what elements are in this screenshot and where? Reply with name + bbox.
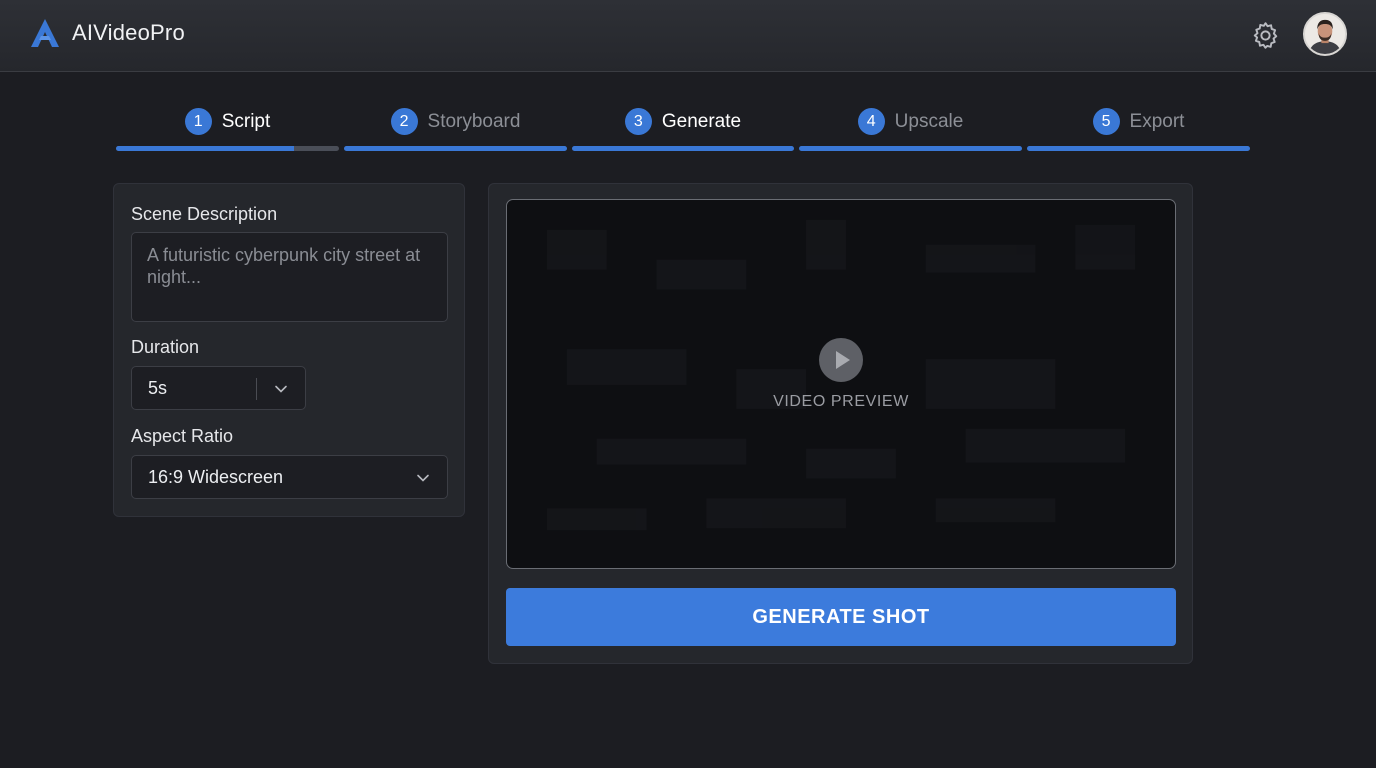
settings-panel: Scene Description A futuristic cyberpunk… bbox=[113, 183, 465, 517]
step-progress-bar bbox=[344, 146, 567, 151]
aspect-ratio-label: Aspect Ratio bbox=[131, 426, 234, 446]
preview-background bbox=[546, 219, 1136, 531]
play-button[interactable] bbox=[819, 338, 863, 382]
step-label: Script bbox=[221, 110, 271, 132]
step-label: Upscale bbox=[894, 110, 964, 132]
top-bar: AIVideoPro bbox=[0, 0, 1376, 72]
select-divider bbox=[256, 378, 257, 400]
step-storyboard[interactable]: 2 Storyboard bbox=[344, 100, 567, 156]
gear-icon[interactable] bbox=[1250, 20, 1281, 51]
step-number: 3 bbox=[624, 108, 652, 135]
step-upscale[interactable]: 4 Upscale bbox=[799, 100, 1022, 156]
step-export[interactable]: 5 Export bbox=[1027, 100, 1250, 156]
scene-description-input[interactable]: A futuristic cyberpunk city street at ni… bbox=[131, 232, 448, 322]
scene-description-label: Scene Description bbox=[131, 204, 278, 224]
logo-icon bbox=[31, 19, 59, 47]
duration-value: 5s bbox=[148, 377, 168, 398]
play-icon bbox=[836, 351, 850, 369]
step-label: Export bbox=[1129, 110, 1185, 132]
app-name: AIVideoPro bbox=[72, 20, 185, 45]
brand[interactable]: AIVideoPro bbox=[28, 16, 185, 50]
step-number: 5 bbox=[1092, 108, 1120, 135]
step-number: 4 bbox=[857, 108, 885, 135]
step-indicator: 1 Script 2 Storyboard 3 Generate 4 Upsca… bbox=[116, 100, 1250, 156]
duration-label: Duration bbox=[131, 337, 200, 357]
user-avatar[interactable] bbox=[1303, 12, 1347, 56]
step-number: 1 bbox=[184, 108, 212, 135]
chevron-down-icon bbox=[275, 385, 287, 393]
step-progress-bar bbox=[572, 146, 794, 151]
chevron-down-icon bbox=[417, 474, 429, 482]
video-preview-label: VIDEO PREVIEW bbox=[773, 393, 909, 410]
video-preview[interactable]: VIDEO PREVIEW bbox=[506, 199, 1176, 569]
preview-panel: VIDEO PREVIEW GENERATE SHOT bbox=[488, 183, 1193, 664]
aspect-ratio-value: 16:9 Widescreen bbox=[148, 466, 284, 487]
step-label: Storyboard bbox=[427, 110, 521, 132]
step-progress-bar bbox=[799, 146, 1022, 151]
step-number: 2 bbox=[390, 108, 418, 135]
avatar-icon bbox=[1305, 14, 1345, 54]
aspect-ratio-select[interactable]: 16:9 Widescreen bbox=[131, 455, 448, 499]
step-script[interactable]: 1 Script bbox=[116, 100, 339, 156]
step-label: Generate bbox=[661, 110, 742, 132]
step-progress-bar bbox=[1027, 146, 1250, 151]
duration-select[interactable]: 5s bbox=[131, 366, 306, 410]
step-generate[interactable]: 3 Generate bbox=[572, 100, 794, 156]
step-progress-fill bbox=[116, 146, 295, 151]
step-progress-bar bbox=[116, 146, 339, 151]
generate-shot-button[interactable]: GENERATE SHOT bbox=[506, 588, 1176, 646]
